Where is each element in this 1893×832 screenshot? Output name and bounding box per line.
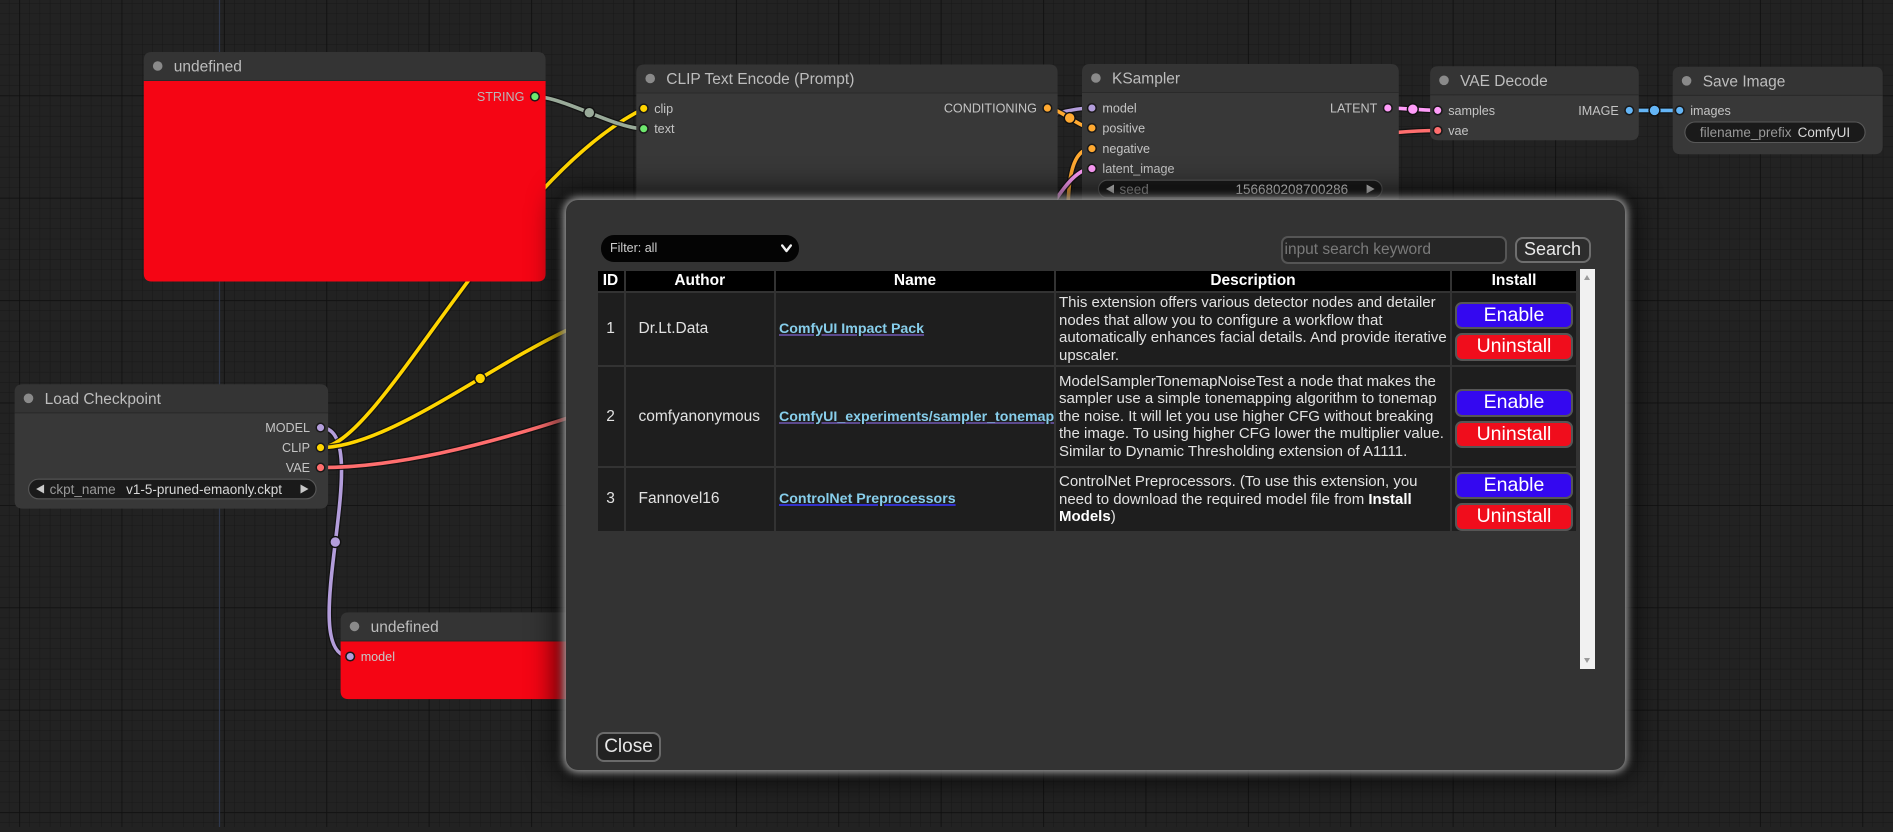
svg-text:MODEL: MODEL xyxy=(265,421,310,435)
svg-text:seed: seed xyxy=(1120,182,1149,197)
svg-text:undefined: undefined xyxy=(371,619,439,636)
svg-text:clip: clip xyxy=(654,102,673,116)
svg-text:filename_prefix: filename_prefix xyxy=(1700,125,1792,140)
svg-text:IMAGE: IMAGE xyxy=(1578,104,1619,118)
svg-text:CLIP: CLIP xyxy=(282,441,310,455)
svg-text:ckpt_name: ckpt_name xyxy=(50,482,116,497)
svg-text:model: model xyxy=(1102,102,1136,116)
svg-text:VAE Decode: VAE Decode xyxy=(1460,73,1548,90)
svg-text:CLIP Text Encode (Prompt): CLIP Text Encode (Prompt) xyxy=(666,71,854,88)
svg-text:ComfyUI: ComfyUI xyxy=(1798,125,1851,140)
svg-text:images: images xyxy=(1690,104,1731,118)
svg-text:STRING: STRING xyxy=(477,90,525,104)
svg-text:latent_image: latent_image xyxy=(1102,162,1174,176)
svg-text:Load Checkpoint: Load Checkpoint xyxy=(45,391,162,408)
svg-text:LATENT: LATENT xyxy=(1330,102,1378,116)
svg-text:v1-5-pruned-emaonly.ckpt: v1-5-pruned-emaonly.ckpt xyxy=(126,482,282,497)
svg-text:VAE: VAE xyxy=(286,461,310,475)
svg-text:KSampler: KSampler xyxy=(1112,71,1180,88)
svg-text:Save Image: Save Image xyxy=(1703,73,1786,90)
svg-text:negative: negative xyxy=(1102,142,1150,156)
svg-text:text: text xyxy=(654,122,675,136)
svg-text:samples: samples xyxy=(1448,104,1495,118)
svg-text:undefined: undefined xyxy=(174,59,242,76)
svg-text:vae: vae xyxy=(1448,124,1468,138)
svg-text:CONDITIONING: CONDITIONING xyxy=(944,102,1037,116)
svg-text:156680208700286: 156680208700286 xyxy=(1235,182,1348,197)
svg-text:positive: positive xyxy=(1102,122,1145,136)
svg-text:model: model xyxy=(361,650,395,664)
